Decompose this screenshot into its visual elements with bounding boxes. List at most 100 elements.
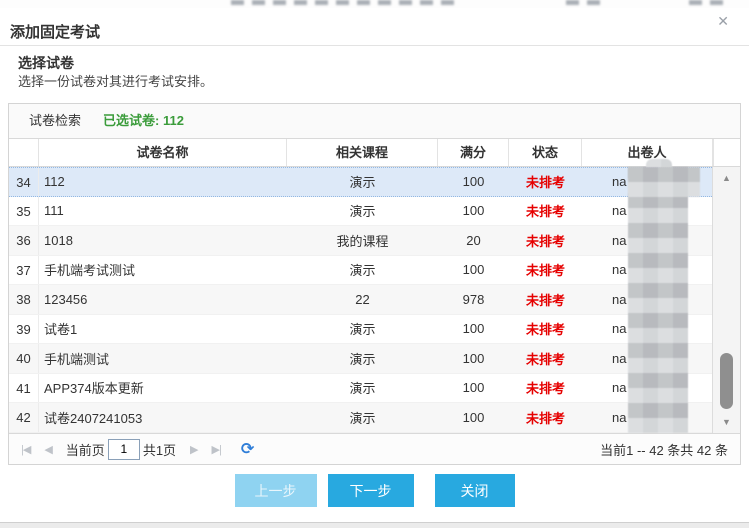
scroll-up-icon[interactable]: ▲: [713, 173, 740, 183]
creator-cell: na: [582, 321, 712, 336]
creator-cell: na: [582, 380, 712, 395]
table-header: 试卷名称相关课程满分状态出卷人: [9, 139, 740, 167]
step-description: 选择一份试卷对其进行考试安排。: [18, 71, 213, 90]
paper-name-cell: 试卷1: [39, 319, 287, 338]
paper-search-toggle[interactable]: 试卷检索: [29, 104, 81, 138]
paper-name-cell: 试卷2407241053: [39, 408, 287, 427]
selected-paper-info: 已选试卷: 112: [103, 104, 184, 138]
row-number: 34: [9, 168, 39, 196]
creator-cell: na: [582, 262, 712, 277]
score-cell: 100: [438, 410, 509, 425]
grid-toolbar: 试卷检索 已选试卷: 112: [9, 104, 740, 139]
score-cell: 100: [438, 174, 509, 189]
status-cell: 未排考: [509, 260, 582, 279]
background-bottom-strip: [0, 523, 749, 528]
table-row[interactable]: 34112演示100未排考na: [9, 167, 712, 197]
last-page-icon[interactable]: ▶|: [212, 443, 221, 456]
scrollbar-thumb[interactable]: [720, 353, 733, 409]
course-cell: 演示: [287, 349, 438, 368]
paper-name-cell: 手机端测试: [39, 349, 287, 368]
score-cell: 20: [438, 233, 509, 248]
table-row[interactable]: 3812345622978未排考na: [9, 285, 712, 315]
table-row[interactable]: 40手机端测试演示100未排考na: [9, 344, 712, 374]
course-cell: 演示: [287, 260, 438, 279]
paper-name-cell: 112: [39, 174, 287, 189]
table-row[interactable]: 37手机端考试测试演示100未排考na: [9, 256, 712, 286]
table-row[interactable]: 42试卷2407241053演示100未排考na: [9, 403, 712, 433]
paper-name-cell: 111: [39, 203, 287, 218]
course-cell: 演示: [287, 201, 438, 220]
score-cell: 978: [438, 292, 509, 307]
status-cell: 未排考: [509, 231, 582, 250]
close-dialog-button[interactable]: 关闭: [435, 474, 515, 507]
total-pages-label: 共1页: [143, 440, 176, 459]
column-header[interactable]: 相关课程: [287, 139, 438, 166]
course-cell: 演示: [287, 172, 438, 191]
row-number: 36: [9, 226, 39, 255]
first-page-icon[interactable]: |◀: [21, 443, 30, 456]
course-cell: 演示: [287, 408, 438, 427]
column-header[interactable]: 试卷名称: [39, 139, 287, 166]
paper-name-cell: 1018: [39, 233, 287, 248]
status-cell: 未排考: [509, 378, 582, 397]
score-cell: 100: [438, 262, 509, 277]
status-cell: 未排考: [509, 408, 582, 427]
background-text-blur: [689, 0, 723, 5]
row-number: 38: [9, 285, 39, 314]
background-page-strip: [0, 0, 749, 8]
score-cell: 100: [438, 321, 509, 336]
course-cell: 演示: [287, 319, 438, 338]
table-row[interactable]: 35111演示100未排考na: [9, 197, 712, 227]
table-body: 34112演示100未排考na35111演示100未排考na361018我的课程…: [9, 167, 712, 433]
paper-grid: 试卷检索 已选试卷: 112 试卷名称相关课程满分状态出卷人 34112演示10…: [8, 103, 741, 465]
row-number: 37: [9, 256, 39, 285]
status-cell: 未排考: [509, 290, 582, 309]
background-text-blur: [566, 0, 608, 5]
score-cell: 100: [438, 380, 509, 395]
table-row[interactable]: 39试卷1演示100未排考na: [9, 315, 712, 345]
status-cell: 未排考: [509, 319, 582, 338]
score-cell: 100: [438, 203, 509, 218]
creator-cell: na: [582, 351, 712, 366]
row-number: 35: [9, 197, 39, 226]
row-number: 41: [9, 374, 39, 403]
course-cell: 演示: [287, 378, 438, 397]
scroll-down-icon[interactable]: ▼: [713, 417, 740, 427]
paper-name-cell: APP374版本更新: [39, 378, 287, 397]
status-cell: 未排考: [509, 201, 582, 220]
page-number-input[interactable]: [108, 439, 140, 460]
score-cell: 100: [438, 351, 509, 366]
close-icon[interactable]: ✕: [717, 12, 729, 30]
record-range-text: 当前1 -- 42 条共 42 条: [600, 440, 728, 459]
creator-cell: na: [582, 233, 712, 248]
next-page-icon[interactable]: ▶: [190, 443, 197, 456]
creator-cell: na: [582, 292, 712, 307]
table-row[interactable]: 41APP374版本更新演示100未排考na: [9, 374, 712, 404]
status-cell: 未排考: [509, 172, 582, 191]
column-header[interactable]: 满分: [438, 139, 509, 166]
creator-cell: na: [582, 410, 712, 425]
dialog-footer: 上一步 下一步 关闭: [0, 474, 749, 507]
prev-step-button[interactable]: 上一步: [235, 474, 317, 507]
background-text-blur: [231, 0, 459, 5]
creator-cell: na: [582, 203, 712, 218]
paper-name-cell: 手机端考试测试: [39, 260, 287, 279]
column-header[interactable]: [9, 139, 39, 166]
vertical-scrollbar[interactable]: ▲ ▼: [712, 167, 740, 433]
status-cell: 未排考: [509, 349, 582, 368]
current-page-label: 当前页: [66, 440, 105, 459]
paper-name-cell: 123456: [39, 292, 287, 307]
course-cell: 22: [287, 292, 438, 307]
table-row[interactable]: 361018我的课程20未排考na: [9, 226, 712, 256]
course-cell: 我的课程: [287, 231, 438, 250]
dialog-title: 添加固定考试: [10, 21, 100, 42]
refresh-icon[interactable]: ⟳: [241, 439, 254, 459]
row-number: 39: [9, 315, 39, 344]
add-fixed-exam-dialog: 添加固定考试 ✕ 选择试卷 选择一份试卷对其进行考试安排。 试卷检索 已选试卷:…: [0, 8, 749, 523]
column-header[interactable]: 出卷人: [582, 139, 713, 166]
prev-page-icon[interactable]: ◀: [44, 443, 51, 456]
next-step-button[interactable]: 下一步: [328, 474, 414, 507]
creator-cell: na: [582, 174, 712, 189]
column-header[interactable]: 状态: [509, 139, 582, 166]
pagination-bar: |◀ ◀ 当前页 共1页 ▶ ▶| ⟳ 当前1 -- 42 条共 42 条: [9, 433, 740, 464]
